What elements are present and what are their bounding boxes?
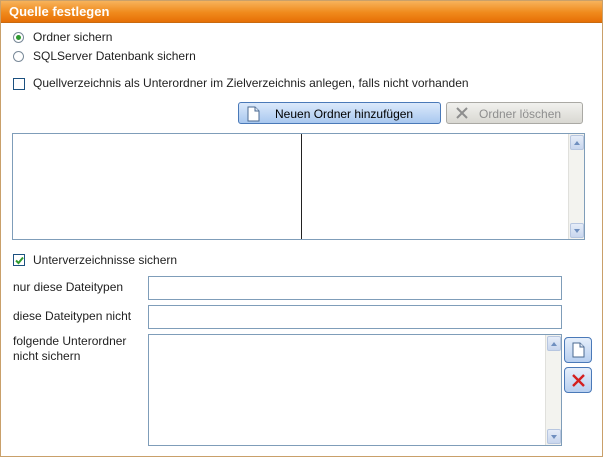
scroll-up-button[interactable] (547, 336, 561, 351)
column-divider (301, 134, 302, 239)
add-exclude-folder-button[interactable] (564, 337, 592, 363)
include-subdirs-checkbox[interactable] (13, 254, 25, 266)
exclude-folders-scrollbar[interactable] (545, 335, 561, 445)
scroll-down-button[interactable] (570, 223, 584, 238)
scroll-up-button[interactable] (570, 135, 584, 150)
radio-folder-backup[interactable] (13, 32, 24, 43)
delete-folder-button[interactable]: Ordner löschen (446, 102, 583, 124)
radio-sqlserver-backup-label[interactable]: SQLServer Datenbank sichern (33, 49, 196, 63)
new-document-icon (247, 106, 260, 125)
exclude-types-input[interactable] (148, 305, 562, 329)
delete-x-icon (571, 373, 586, 391)
only-types-label: nur diese Dateitypen (13, 280, 124, 294)
remove-exclude-folder-button[interactable] (564, 367, 592, 393)
radio-selected-dot (16, 35, 21, 40)
folder-list-scrollbar[interactable] (568, 134, 584, 239)
exclude-folders-label: folgende Unterordner nicht sichern (13, 334, 127, 363)
radio-sqlserver-backup[interactable] (13, 51, 24, 62)
title-bar: Quelle festlegen (1, 1, 602, 23)
exclude-folders-list[interactable] (148, 334, 562, 446)
delete-folder-label: Ordner löschen (479, 107, 562, 121)
only-types-input[interactable] (148, 276, 562, 300)
close-icon (455, 106, 469, 123)
folder-list[interactable] (12, 133, 585, 240)
add-folder-button[interactable]: Neuen Ordner hinzufügen (238, 102, 441, 124)
create-subfolder-label[interactable]: Quellverzeichnis als Unterordner im Ziel… (33, 76, 469, 90)
create-subfolder-checkbox[interactable] (13, 78, 25, 90)
radio-folder-backup-label[interactable]: Ordner sichern (33, 30, 112, 44)
new-document-icon (572, 342, 585, 361)
dialog-window: Quelle festlegen Ordner sichern SQLServe… (0, 0, 603, 457)
window-title: Quelle festlegen (9, 4, 110, 19)
checkmark-icon (15, 256, 24, 265)
include-subdirs-label[interactable]: Unterverzeichnisse sichern (33, 253, 177, 267)
add-folder-label: Neuen Ordner hinzufügen (275, 107, 414, 121)
exclude-types-label: diese Dateitypen nicht (13, 309, 132, 323)
scroll-down-button[interactable] (547, 429, 561, 444)
